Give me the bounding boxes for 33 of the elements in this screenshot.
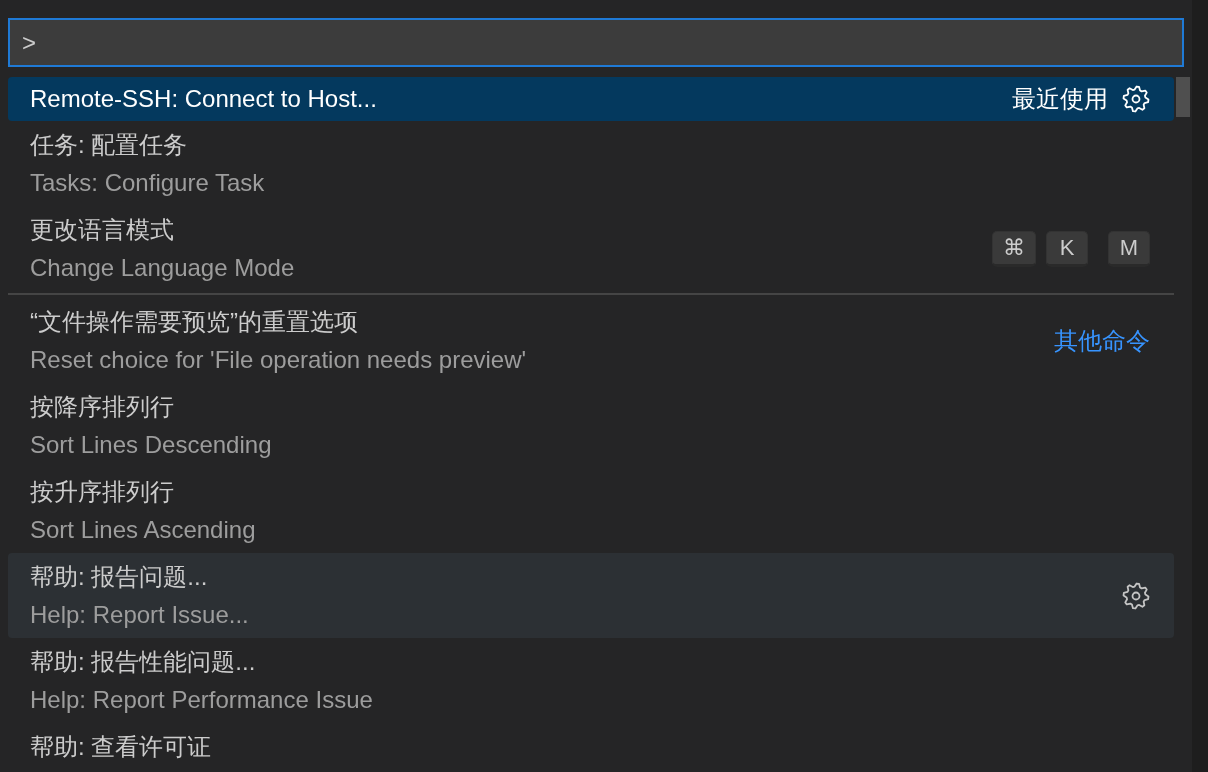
command-label: 任务: 配置任务 [30, 130, 189, 160]
command-item[interactable]: Remote-SSH: Connect to Host... 最近使用 [8, 77, 1174, 121]
scrollbar-thumb[interactable] [1176, 77, 1190, 117]
settings-icon[interactable] [1122, 582, 1150, 610]
recently-used-label: 最近使用 [1012, 84, 1108, 114]
command-item[interactable]: 更改语言模式 Change Language Mode ⌘ K M [8, 206, 1174, 291]
command-label: 帮助: 报告性能问题... [30, 647, 257, 677]
command-detail: Help: Report Performance Issue [30, 685, 374, 715]
command-item[interactable]: 任务: 配置任务 Tasks: Configure Task [8, 121, 1174, 206]
command-detail: Sort Lines Descending [30, 430, 273, 460]
command-detail: Tasks: Configure Task [30, 168, 266, 198]
command-label: 按升序排列行 [30, 477, 175, 507]
command-detail: Change Language Mode [30, 253, 296, 283]
command-label: 按降序排列行 [30, 392, 175, 422]
command-label: “文件操作需要预览”的重置选项 [30, 307, 359, 337]
command-label: 帮助: 查看许可证 [30, 732, 213, 762]
command-item[interactable]: “文件操作需要预览”的重置选项 Reset choice for 'File operation needs preview' 其他命令 [8, 298, 1174, 383]
command-label: Remote-SSH: Connect to Host... [30, 84, 378, 114]
command-input[interactable]: > [8, 18, 1184, 67]
command-item[interactable]: 帮助: 报告性能问题... Help: Report Performance Issue [8, 638, 1174, 723]
command-detail: Help: Report Issue... [30, 600, 250, 630]
command-item[interactable]: 按降序排列行 Sort Lines Descending [8, 383, 1174, 468]
command-label: 更改语言模式 [30, 215, 175, 245]
keycap: K [1046, 231, 1088, 267]
other-commands-link[interactable]: 其他命令 [1054, 325, 1150, 357]
command-item[interactable]: 按升序排列行 Sort Lines Ascending [8, 468, 1174, 553]
command-detail: Reset choice for 'File operation needs preview' [30, 345, 528, 375]
keycap: M [1108, 231, 1150, 267]
command-item[interactable]: 帮助: 报告问题... Help: Report Issue... [8, 553, 1174, 638]
command-label: 帮助: 报告问题... [30, 562, 209, 592]
keycap: ⌘ [992, 231, 1036, 267]
command-item[interactable]: 帮助: 查看许可证 [8, 723, 1174, 770]
command-detail: Sort Lines Ascending [30, 515, 257, 545]
